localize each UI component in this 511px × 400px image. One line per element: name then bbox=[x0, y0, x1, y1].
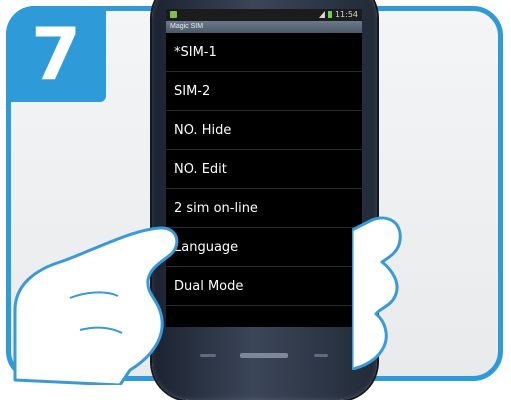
status-time: 11:54 bbox=[334, 10, 358, 19]
signal-icon bbox=[318, 11, 325, 18]
menu-item-label: 2 sim on-line bbox=[174, 201, 258, 216]
menu-icon[interactable] bbox=[200, 354, 216, 357]
menu-item-no-hide[interactable]: NO. Hide bbox=[166, 111, 362, 150]
home-button[interactable] bbox=[240, 353, 288, 358]
menu-item-dual-mode[interactable]: Dual Mode bbox=[166, 267, 362, 306]
menu-item-sim-1[interactable]: *SIM-1 bbox=[166, 33, 362, 72]
menu-item-label: Language bbox=[174, 240, 239, 255]
menu-item-label: Dual Mode bbox=[174, 279, 244, 294]
back-icon[interactable] bbox=[314, 354, 328, 357]
menu-item-label: SIM-2 bbox=[174, 84, 211, 99]
menu-item-language[interactable]: Language bbox=[166, 228, 362, 267]
app-title-bar: Magic SIM bbox=[166, 21, 362, 33]
menu-item-no-edit[interactable]: NO. Edit bbox=[166, 150, 362, 189]
battery-icon bbox=[327, 11, 332, 18]
app-title: Magic SIM bbox=[170, 23, 204, 30]
menu-item-label: *SIM-1 bbox=[174, 45, 217, 60]
menu-item-sim-2[interactable]: SIM-2 bbox=[166, 72, 362, 111]
right-hand-illustration bbox=[352, 216, 402, 370]
menu-item-label: NO. Edit bbox=[174, 162, 227, 177]
status-bar: 11:54 bbox=[166, 9, 362, 21]
menu-item-label: NO. Hide bbox=[174, 123, 232, 138]
step-badge: 7 bbox=[6, 6, 106, 102]
app-icon bbox=[170, 11, 177, 18]
menu-item-2-sim-online[interactable]: 2 sim on-line bbox=[166, 189, 362, 228]
phone-screen: 11:54 Magic SIM *SIM-1 SIM-2 NO. Hide NO… bbox=[166, 9, 362, 327]
step-number: 7 bbox=[30, 12, 82, 96]
phone-nav-bar bbox=[166, 330, 362, 380]
